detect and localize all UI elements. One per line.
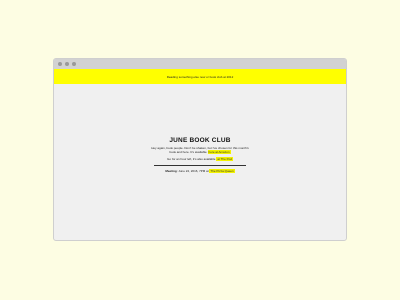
window-control-close[interactable] — [58, 62, 62, 66]
window-control-minimize[interactable] — [65, 62, 69, 66]
announcement-banner: Reading something else now or book club … — [54, 69, 346, 84]
window-control-maximize[interactable] — [72, 62, 76, 66]
store-link[interactable]: at The Pod — [216, 156, 233, 161]
meeting-label: Meeting — [165, 169, 177, 174]
meeting-details: : June 24, 2016, 7PM at — [176, 169, 209, 174]
window-titlebar — [54, 59, 346, 69]
availability-paragraph: Go for an hour left, it's also available… — [150, 156, 250, 161]
amazon-link[interactable]: here at Amazon — [207, 150, 231, 155]
banner-text: Reading something else now or book club … — [166, 74, 234, 79]
availability-text: Go for an hour left, it's also available — [167, 156, 216, 161]
venue-link[interactable]: The Pizza Queen — [209, 169, 235, 174]
page-title: JUNE BOOK CLUB — [169, 137, 231, 144]
meeting-info: Meeting: June 24, 2016, 7PM at The Pizza… — [165, 169, 235, 174]
page-content: JUNE BOOK CLUB Hey again, book people. D… — [54, 84, 346, 240]
intro-text: Hey again, book people. Don't be shaken,… — [151, 146, 249, 155]
browser-window: Reading something else now or book club … — [53, 58, 347, 241]
intro-paragraph: Hey again, book people. Don't be shaken,… — [150, 146, 250, 155]
section-divider — [154, 165, 246, 167]
